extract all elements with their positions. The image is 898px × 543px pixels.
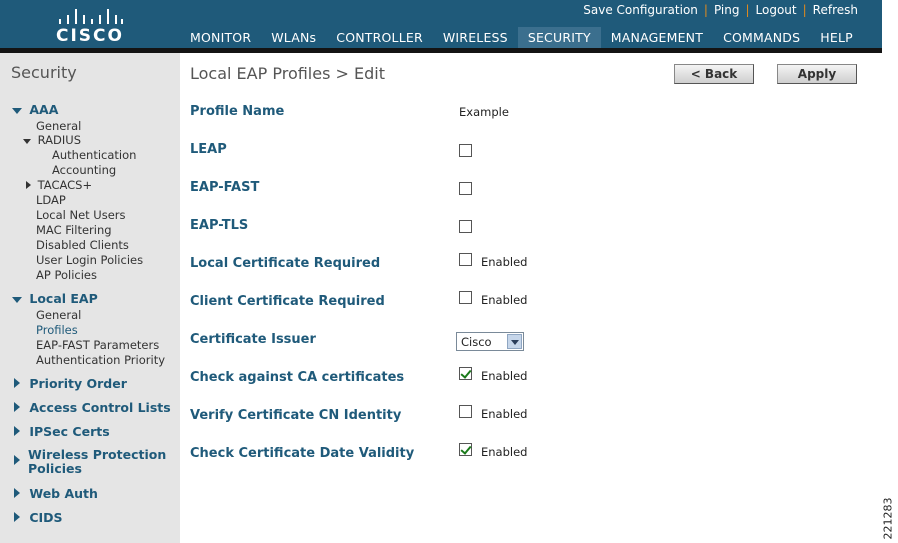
- separator: |: [802, 3, 807, 17]
- collapsed-arrow-icon: [14, 378, 20, 388]
- sidebar-item-mac-filtering[interactable]: MAC Filtering: [36, 223, 112, 237]
- enabled-label: Enabled: [481, 255, 528, 269]
- check-ca-certificates-checkbox[interactable]: [459, 367, 472, 380]
- expanded-arrow-icon: [12, 108, 22, 114]
- sidebar-item-aaa-general[interactable]: General: [36, 119, 81, 133]
- sidebar-group-label: CIDS: [29, 510, 63, 525]
- sidebar-item-authentication[interactable]: Authentication: [52, 148, 136, 162]
- enabled-label: Enabled: [481, 293, 528, 307]
- nav-management[interactable]: MANAGEMENT: [601, 27, 713, 48]
- leap-label: LEAP: [190, 142, 227, 157]
- separator: |: [745, 3, 750, 17]
- logout-link[interactable]: Logout: [756, 3, 797, 17]
- sidebar-group-label: AAA: [29, 102, 59, 117]
- sidebar-group-wireless-protection-policies[interactable]: Wireless Protection Policies: [14, 448, 174, 476]
- save-configuration-link[interactable]: Save Configuration: [583, 3, 698, 17]
- certificate-issuer-value: Cisco: [461, 335, 492, 349]
- page-title: Local EAP Profiles > Edit: [190, 64, 385, 83]
- cisco-logo-text: CISCO: [56, 26, 124, 46]
- sidebar-group-ipsec-certs[interactable]: IPSec Certs: [14, 424, 110, 439]
- nav-controller[interactable]: CONTROLLER: [326, 27, 433, 48]
- verify-cn-identity-checkbox[interactable]: [459, 405, 472, 418]
- certificate-issuer-select[interactable]: Cisco: [456, 332, 524, 351]
- check-date-validity-label: Check Certificate Date Validity: [190, 446, 415, 461]
- local-certificate-required-label: Local Certificate Required: [190, 256, 381, 271]
- back-button[interactable]: < Back: [674, 64, 754, 84]
- sidebar-group-label: IPSec Certs: [29, 424, 110, 439]
- check-date-validity-checkbox[interactable]: [459, 443, 472, 456]
- sidebar-group-local-eap[interactable]: Local EAP: [12, 291, 98, 306]
- main-nav: MONITOR WLANs CONTROLLER WIRELESS SECURITY MA…: [180, 27, 863, 52]
- sidebar-item-label: RADIUS: [37, 133, 82, 147]
- sidebar-item-profiles[interactable]: Profiles: [36, 323, 78, 337]
- chevron-down-icon[interactable]: [507, 334, 522, 349]
- cisco-logo-bars-icon: [57, 6, 123, 24]
- sidebar-item-eap-general[interactable]: General: [36, 308, 81, 322]
- collapsed-arrow-icon: [26, 181, 31, 189]
- sidebar-group-web-auth[interactable]: Web Auth: [14, 486, 98, 501]
- sidebar-group-cids[interactable]: CIDS: [14, 510, 63, 525]
- header-bar: CISCO Save Configuration | Ping | Logout | Ref…: [0, 0, 882, 52]
- sidebar-item-authentication-priority[interactable]: Authentication Priority: [36, 353, 165, 367]
- sidebar-item-ldap[interactable]: LDAP: [36, 193, 66, 207]
- eap-fast-checkbox[interactable]: [459, 182, 472, 195]
- sidebar-item-eap-fast-parameters[interactable]: EAP-FAST Parameters: [36, 338, 159, 352]
- sidebar-group-access-control-lists[interactable]: Access Control Lists: [14, 400, 171, 415]
- collapsed-arrow-icon: [14, 455, 20, 465]
- profile-name-value: Example: [459, 105, 509, 119]
- sidebar-item-label: TACACS+: [37, 178, 93, 192]
- nav-wireless[interactable]: WIRELESS: [433, 27, 518, 48]
- collapsed-arrow-icon: [14, 426, 20, 436]
- sidebar-item-local-net-users[interactable]: Local Net Users: [36, 208, 126, 222]
- expanded-arrow-icon: [23, 139, 31, 144]
- check-ca-certificates-label: Check against CA certificates: [190, 370, 405, 385]
- sidebar-item-tacacs[interactable]: TACACS+: [26, 178, 92, 192]
- refresh-link[interactable]: Refresh: [813, 3, 858, 17]
- sidebar-item-radius[interactable]: RADIUS: [23, 133, 81, 147]
- expanded-arrow-icon: [12, 297, 22, 303]
- sidebar-group-aaa[interactable]: AAA: [12, 102, 58, 117]
- sidebar-item-disabled-clients[interactable]: Disabled Clients: [36, 238, 129, 252]
- ping-link[interactable]: Ping: [714, 3, 740, 17]
- client-certificate-required-label: Client Certificate Required: [190, 294, 385, 309]
- local-certificate-required-checkbox[interactable]: [459, 253, 472, 266]
- nav-help[interactable]: HELP: [810, 27, 863, 48]
- collapsed-arrow-icon: [14, 488, 20, 498]
- eap-tls-label: EAP-TLS: [190, 218, 249, 233]
- profile-name-label: Profile Name: [190, 104, 285, 119]
- separator: |: [703, 3, 708, 17]
- utility-links: Save Configuration | Ping | Logout | Refresh: [583, 3, 858, 17]
- sidebar-group-priority-order[interactable]: Priority Order: [14, 376, 127, 391]
- sidebar-item-ap-policies[interactable]: AP Policies: [36, 268, 97, 282]
- certificate-issuer-label: Certificate Issuer: [190, 332, 316, 347]
- nav-monitor[interactable]: MONITOR: [180, 27, 261, 48]
- sidebar-group-label: Access Control Lists: [29, 400, 171, 415]
- verify-cn-identity-label: Verify Certificate CN Identity: [190, 408, 402, 423]
- apply-button[interactable]: Apply: [777, 64, 857, 84]
- nav-wlans[interactable]: WLANs: [261, 27, 326, 48]
- sidebar-group-label: Local EAP: [29, 291, 98, 306]
- cisco-logo: CISCO: [50, 4, 130, 46]
- figure-number: 221283: [881, 496, 896, 542]
- sidebar-group-label: Web Auth: [29, 486, 98, 501]
- enabled-label: Enabled: [481, 445, 528, 459]
- collapsed-arrow-icon: [14, 512, 20, 522]
- eap-tls-checkbox[interactable]: [459, 220, 472, 233]
- sidebar-group-label: Wireless Protection Policies: [28, 447, 167, 476]
- enabled-label: Enabled: [481, 407, 528, 421]
- sidebar-item-user-login-policies[interactable]: User Login Policies: [36, 253, 143, 267]
- sidebar-title: Security: [11, 63, 77, 82]
- sidebar-item-accounting[interactable]: Accounting: [52, 163, 116, 177]
- collapsed-arrow-icon: [14, 402, 20, 412]
- eap-fast-label: EAP-FAST: [190, 180, 260, 195]
- leap-checkbox[interactable]: [459, 144, 472, 157]
- enabled-label: Enabled: [481, 369, 528, 383]
- figure-number-text: 221283: [881, 497, 895, 540]
- nav-commands[interactable]: COMMANDS: [713, 27, 810, 48]
- sidebar: Security AAA General RADIUS Authenticati…: [0, 53, 180, 543]
- client-certificate-required-checkbox[interactable]: [459, 291, 472, 304]
- sidebar-group-label: Priority Order: [29, 376, 127, 391]
